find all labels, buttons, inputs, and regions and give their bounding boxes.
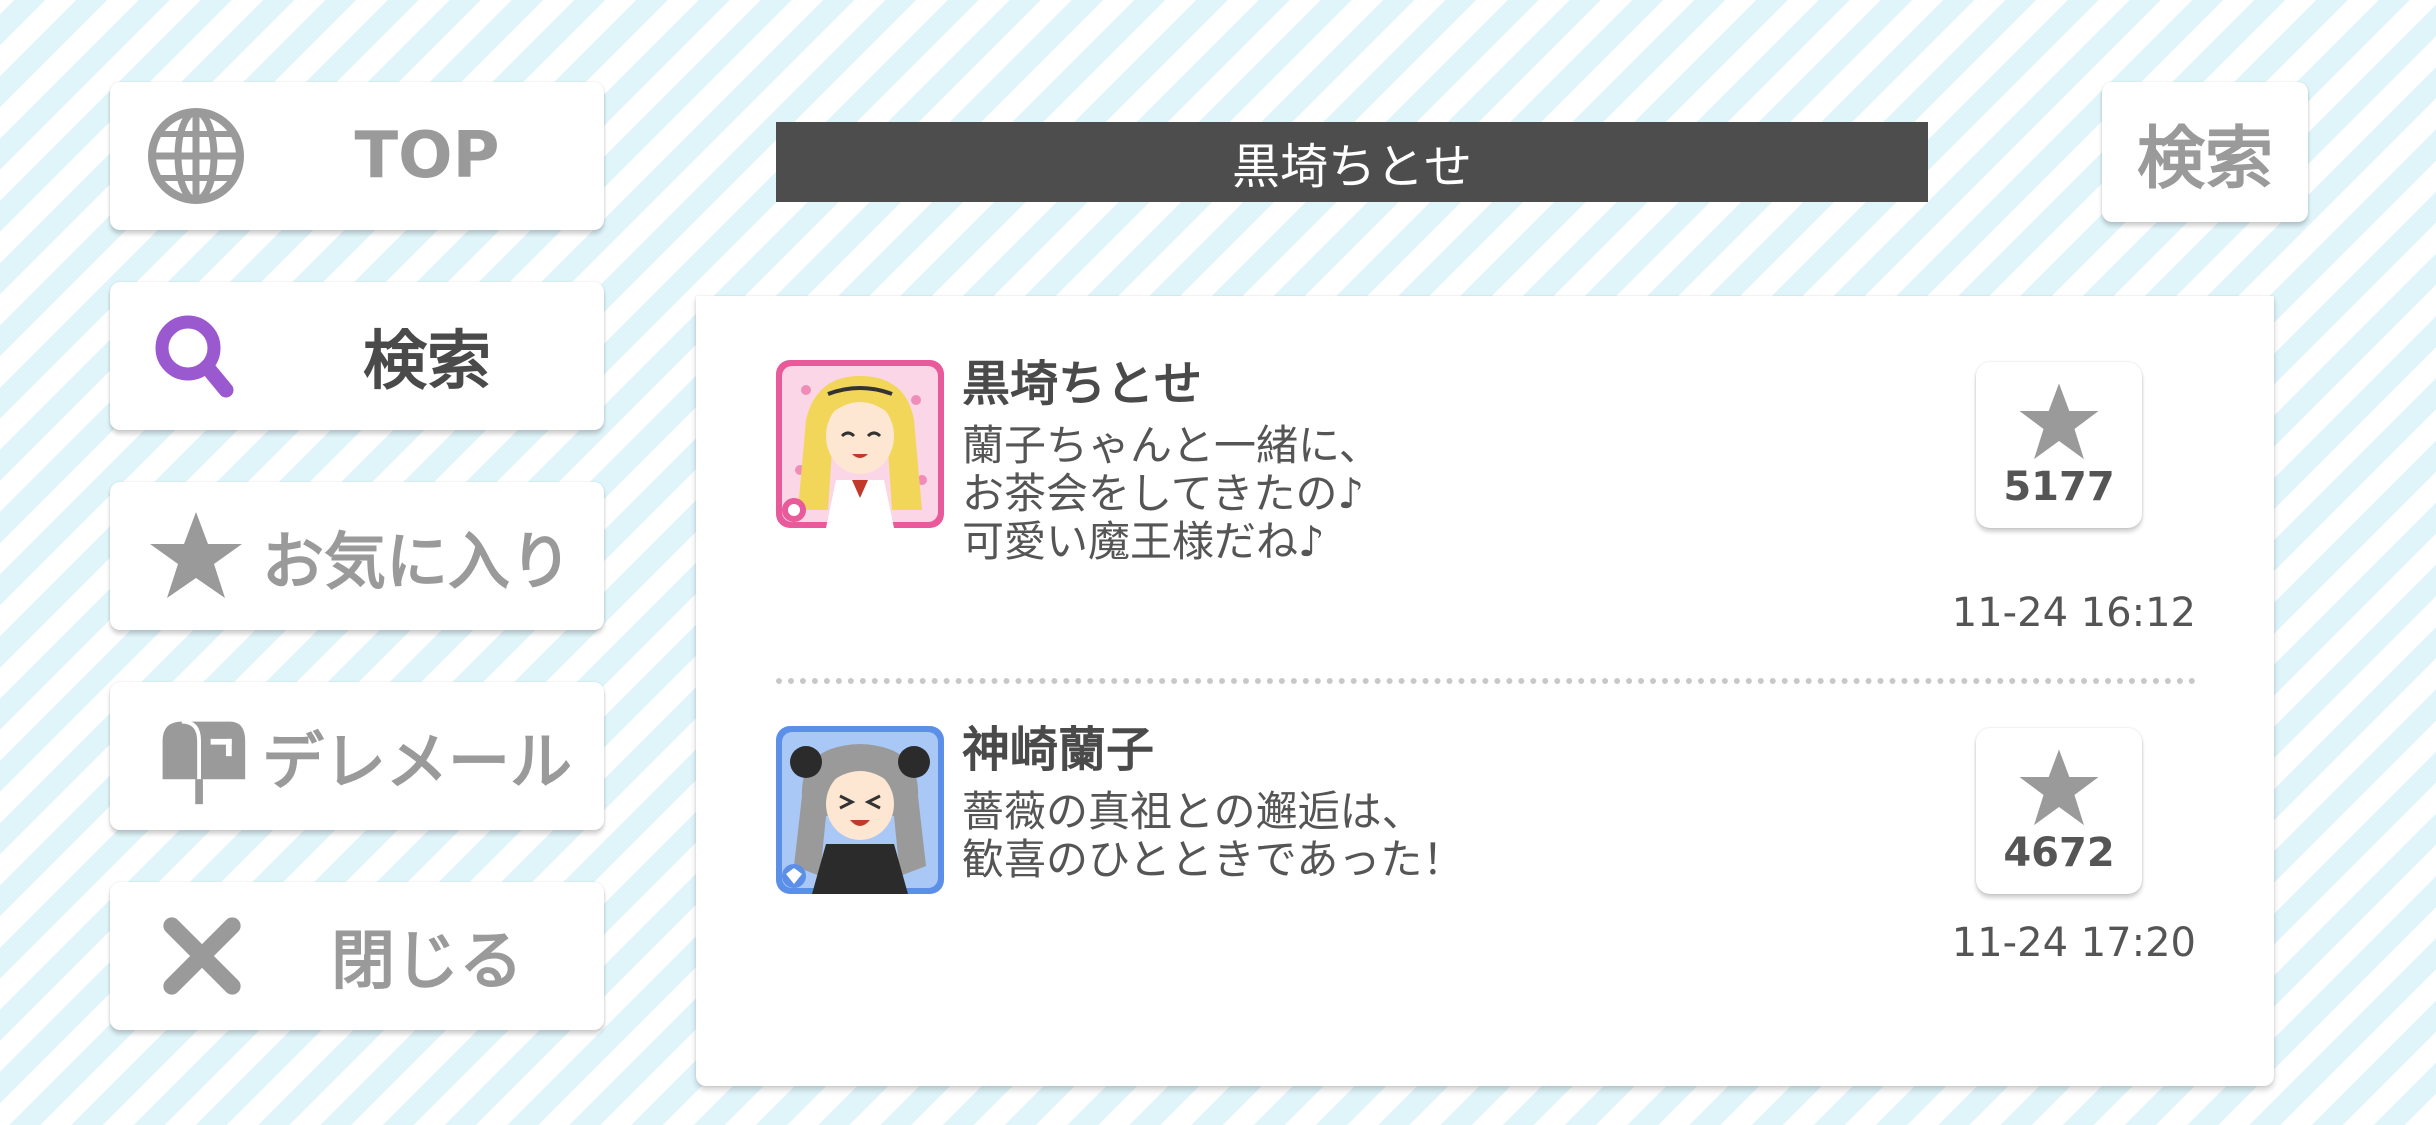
- post-timestamp: 11-24 16:12: [1951, 590, 2196, 636]
- nav-top-label: TOP: [354, 119, 500, 193]
- post-item: 黒埼ちとせ 蘭子ちゃんと一緒に、 お茶会をしてきたの♪ 可愛い魔王様だね♪ 51…: [776, 360, 2196, 640]
- post-message: 蘭子ちゃんと一緒に、 お茶会をしてきたの♪ 可愛い魔王様だね♪: [962, 421, 1381, 566]
- post-divider: [776, 678, 2196, 684]
- nav-favorites-button[interactable]: お気に入り: [110, 482, 604, 630]
- avatar[interactable]: [776, 726, 944, 894]
- character-portrait: [782, 366, 938, 528]
- nav-favorites-label: お気に入り: [262, 525, 573, 598]
- search-button[interactable]: 検索: [2102, 82, 2308, 222]
- star-icon: [150, 512, 242, 598]
- avatar[interactable]: [776, 360, 944, 528]
- nav-close-label: 閉じる: [331, 925, 523, 999]
- star-icon: [2019, 383, 2099, 460]
- feed-panel: 黒埼ちとせ 蘭子ちゃんと一緒に、 お茶会をしてきたの♪ 可愛い魔王様だね♪ 51…: [696, 296, 2274, 1086]
- like-count: 4672: [2003, 830, 2115, 876]
- nav-close-button[interactable]: 閉じる: [110, 882, 604, 1030]
- nav-search-button[interactable]: 検索: [110, 282, 604, 430]
- star-icon: [2019, 749, 2099, 826]
- page-title: 黒埼ちとせ: [776, 122, 1928, 202]
- nav-search-label: 検索: [363, 325, 491, 399]
- nav-deremail-button[interactable]: デレメール: [110, 682, 604, 830]
- globe-icon: [148, 108, 244, 204]
- post-author-name: 黒埼ちとせ: [962, 356, 1203, 412]
- post-item: 神崎蘭子 薔薇の真祖との邂逅は、 歓喜のひとときであった！ 4672 11-24…: [776, 726, 2196, 966]
- post-author-name: 神崎蘭子: [962, 722, 1155, 778]
- close-icon: [163, 917, 241, 995]
- search-icon: [155, 315, 234, 398]
- post-message: 薔薇の真祖との邂逅は、 歓喜のひとときであった！: [962, 787, 1465, 884]
- character-portrait: [782, 732, 938, 894]
- like-count: 5177: [2003, 464, 2115, 510]
- nav-top-button[interactable]: TOP: [110, 82, 604, 230]
- nav-deremail-label: デレメール: [262, 725, 573, 798]
- like-button[interactable]: 5177: [1976, 362, 2142, 528]
- like-button[interactable]: 4672: [1976, 728, 2142, 894]
- mailbox-icon: [162, 719, 246, 805]
- post-timestamp: 11-24 17:20: [1951, 920, 2196, 966]
